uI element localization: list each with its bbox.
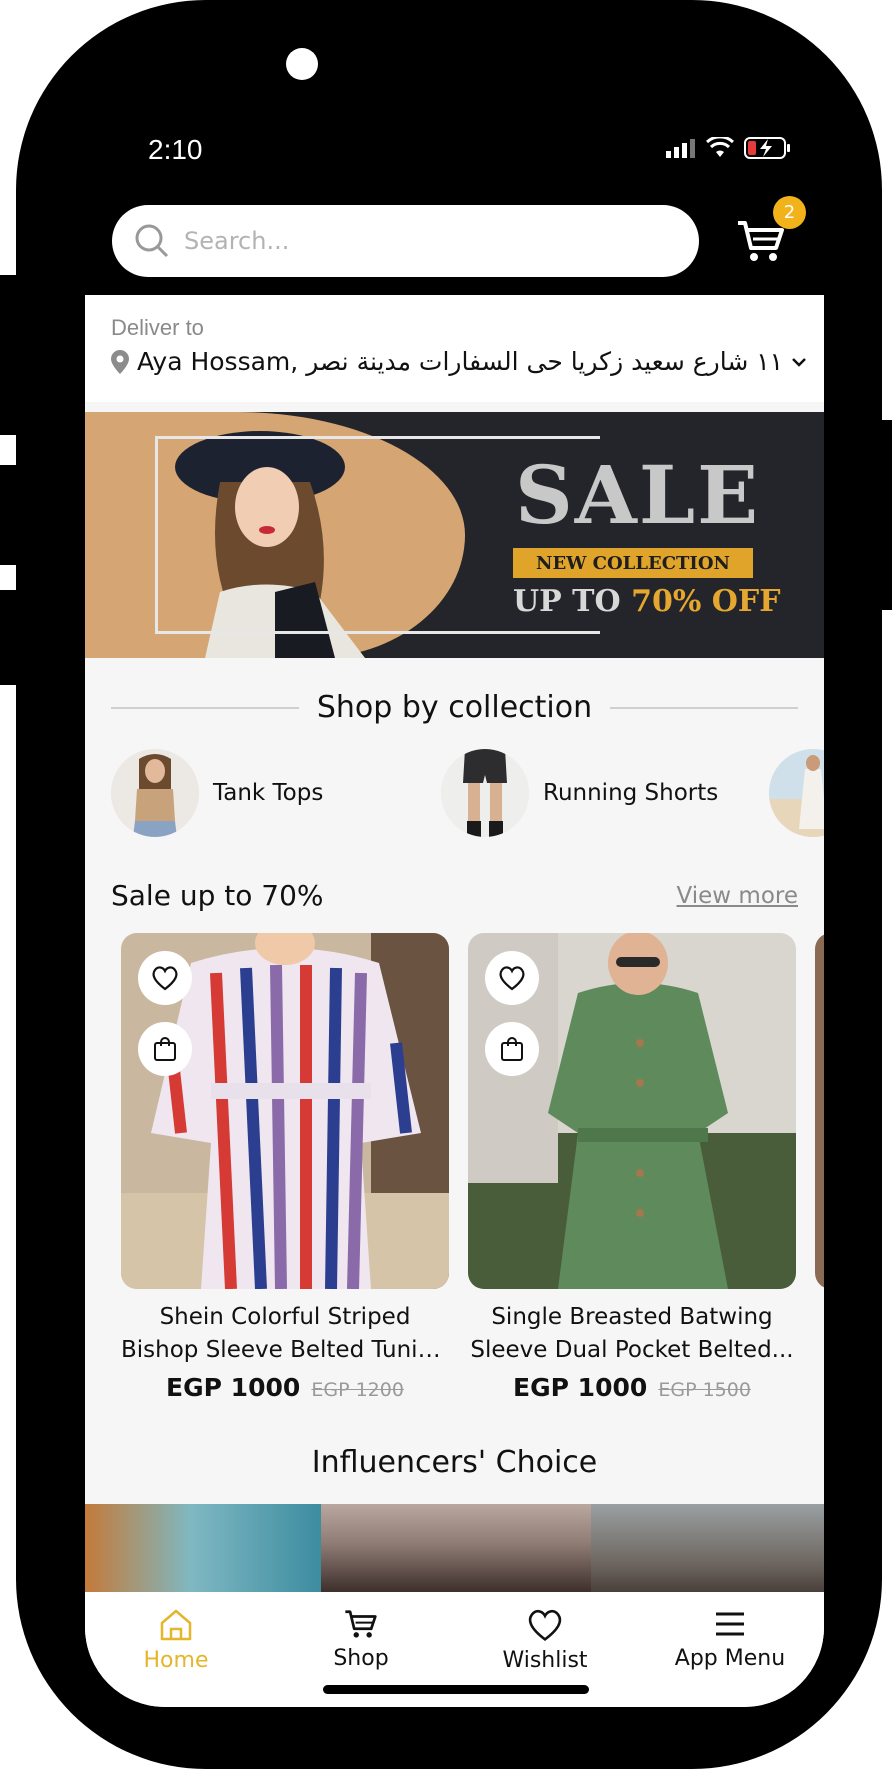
collection-item-running-shorts[interactable]: Running Shorts (441, 747, 751, 839)
view-more-link[interactable]: View more (677, 883, 798, 909)
section-title: Shop by collection (316, 690, 593, 725)
collection-label: Running Shorts (543, 780, 719, 806)
signal-icon (666, 139, 695, 158)
divider (111, 706, 299, 709)
collection-thumb (111, 749, 199, 837)
nav-label: Shop (333, 1646, 389, 1671)
product-name-line1[interactable]: Single Breasted Batwing (468, 1301, 796, 1334)
product-card[interactable]: Shein Colorful Striped Bishop Sleeve Bel… (121, 933, 449, 1402)
nav-shop[interactable]: Shop (286, 1608, 436, 1671)
status-time: 2:10 (148, 134, 203, 165)
search-icon (135, 224, 169, 258)
cart-icon (345, 1610, 377, 1638)
banner-new-collection: NEW COLLECTION (513, 548, 753, 578)
product-name-line1[interactable]: Shein Colorful Striped (121, 1301, 449, 1334)
nav-label: App Menu (674, 1646, 786, 1671)
search-input[interactable]: Search... (184, 227, 289, 255)
nav-app-menu[interactable]: App Menu (655, 1608, 805, 1671)
nav-label: Wishlist (502, 1648, 588, 1673)
divider (610, 706, 799, 709)
product-price: EGP 1000 EGP 1500 (468, 1373, 796, 1402)
product-card[interactable]: Single Breasted Batwing Sleeve Dual Pock… (468, 933, 796, 1402)
sale-section-header: Sale up to 70% View more (111, 879, 798, 912)
collection-label: Tank Tops (213, 780, 324, 806)
camera-cutout (286, 48, 318, 80)
home-icon (160, 1609, 192, 1641)
product-carousel[interactable]: Shein Colorful Striped Bishop Sleeve Bel… (121, 933, 824, 1402)
search-bar[interactable]: Search... (112, 205, 699, 277)
influencers-title: Influencers' Choice (311, 1445, 598, 1480)
side-button (870, 420, 892, 610)
collection-thumb (441, 749, 529, 837)
heart-icon (152, 966, 178, 991)
influencer-image[interactable] (591, 1504, 824, 1604)
nav-home[interactable]: Home (101, 1608, 251, 1673)
product-image[interactable] (468, 933, 796, 1289)
banner-up-to: UP TO (513, 584, 621, 619)
wifi-icon (706, 137, 734, 157)
product-name-line2[interactable]: Sleeve Dual Pocket Belted... (468, 1334, 796, 1367)
heart-icon (499, 966, 525, 991)
bag-icon (501, 1037, 523, 1061)
bag-icon (154, 1037, 176, 1061)
price-old: EGP 1200 (311, 1379, 404, 1401)
side-button (0, 465, 20, 565)
product-image[interactable] (815, 933, 824, 1289)
price-old: EGP 1500 (658, 1379, 751, 1401)
banner-discount: UP TO 70% OFF (513, 584, 781, 619)
banner-percent: 70% OFF (631, 584, 781, 619)
product-name-line2[interactable]: Bishop Sleeve Belted Tunic... (121, 1334, 449, 1367)
collection-item-tank-tops[interactable]: Tank Tops (111, 747, 421, 839)
location-pin-icon (111, 349, 129, 374)
nav-wishlist[interactable]: Wishlist (470, 1608, 620, 1673)
cart-badge: 2 (773, 196, 806, 229)
heart-icon (528, 1609, 562, 1642)
add-to-bag-button[interactable] (138, 1022, 192, 1076)
influencers-strip[interactable] (85, 1504, 824, 1604)
product-price: EGP 1000 EGP 1200 (121, 1373, 449, 1402)
deliver-address[interactable]: Aya Hossam, ١١ شارع سعيد زكريا حى السفار… (111, 347, 807, 376)
wishlist-button[interactable] (138, 951, 192, 1005)
collection-thumb (769, 749, 824, 837)
influencer-image[interactable] (85, 1504, 321, 1604)
sale-section-title: Sale up to 70% (111, 879, 324, 912)
price-current: EGP 1000 (513, 1373, 648, 1402)
nav-label: Home (143, 1648, 209, 1673)
deliver-to-panel[interactable]: Deliver to Aya Hossam, ١١ شارع سعيد زكري… (85, 295, 824, 402)
deliver-label: Deliver to (111, 315, 204, 340)
deliver-address-text: Aya Hossam, ١١ شارع سعيد زكريا حى السفار… (137, 347, 784, 376)
product-image[interactable] (121, 933, 449, 1289)
menu-icon (716, 1612, 744, 1636)
main-scroll[interactable]: Deliver to Aya Hossam, ١١ شارع سعيد زكري… (85, 295, 824, 1707)
collection-item-partial[interactable] (769, 747, 824, 839)
side-button (0, 275, 20, 435)
home-indicator (323, 1685, 589, 1694)
wishlist-button[interactable] (485, 951, 539, 1005)
sale-banner[interactable]: SALE NEW COLLECTION UP TO 70% OFF (85, 412, 824, 658)
banner-sale-title: SALE (515, 448, 761, 542)
influencer-image[interactable] (321, 1504, 591, 1604)
add-to-bag-button[interactable] (485, 1022, 539, 1076)
product-card-partial[interactable] (815, 933, 824, 1402)
shop-by-collection-header: Shop by collection (111, 690, 799, 725)
battery-icon (744, 137, 790, 159)
price-current: EGP 1000 (166, 1373, 301, 1402)
bottom-nav: Home Shop Wishlist App Menu (85, 1592, 824, 1707)
status-icons (666, 136, 792, 160)
chevron-down-icon[interactable] (791, 356, 807, 368)
side-button (0, 590, 20, 685)
collection-list[interactable]: Tank Tops Running Shorts (111, 747, 824, 839)
